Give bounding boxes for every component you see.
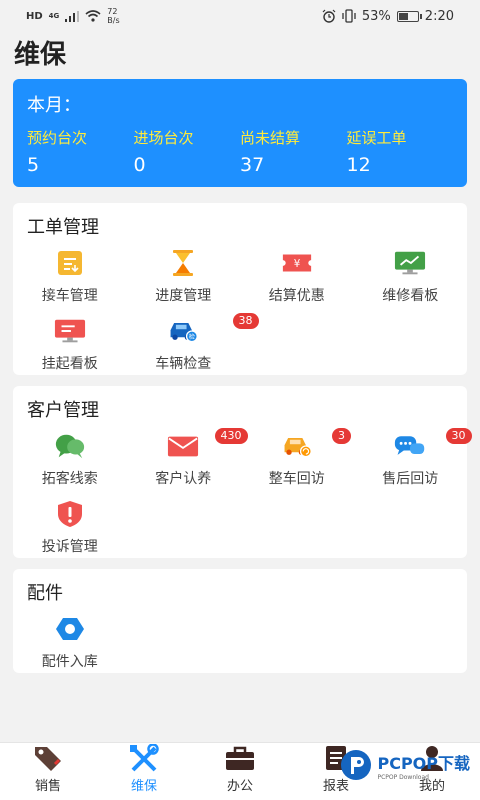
menu-item-label: 维修看板 (382, 288, 439, 304)
menu-item-settlement[interactable]: ¥ 结算优惠 (240, 249, 354, 317)
customer-section: 客户管理 拓客线索 430 客户认养 3 整车回访 30 售后回访 投诉管理 (13, 386, 472, 558)
speed-unit: B/s (107, 16, 120, 25)
notification-badge: 3 (332, 428, 351, 444)
briefcase-icon (224, 743, 256, 773)
menu-item-label: 接车管理 (41, 288, 98, 304)
menu-item-repair-board[interactable]: 维修看板 (354, 249, 468, 317)
notification-badge: 30 (445, 428, 472, 444)
stat-value: 12 (346, 154, 371, 176)
stat-label: 尚未结算 (240, 129, 301, 147)
month-summary-card: 本月： 预约台次 5 进场台次 0 尚未结算 37 延误工单 12 (13, 79, 467, 187)
menu-item-label: 挂起看板 (41, 356, 98, 372)
menu-item-label: 进度管理 (155, 288, 212, 304)
car-return-icon (281, 432, 313, 460)
menu-item-label: 配件入库 (41, 654, 98, 670)
chat-icon (394, 432, 426, 460)
network-label: HD (26, 10, 43, 22)
month-stats: 预约台次 5 进场台次 0 尚未结算 37 延误工单 12 (27, 127, 453, 176)
section-title: 客户管理 (27, 400, 99, 421)
menu-item-label: 售后回访 (382, 471, 439, 487)
svg-text:¥: ¥ (293, 258, 300, 270)
notification-badge: 38 (232, 313, 259, 329)
stat-label: 延误工单 (346, 129, 407, 147)
vibrate-icon (342, 9, 356, 23)
svg-text:检: 检 (189, 333, 195, 341)
menu-item-label: 车辆检查 (155, 356, 212, 372)
menu-item-label: 整车回访 (268, 471, 325, 487)
car-check-icon: 检 (167, 317, 199, 345)
menu-item-label: 投诉管理 (41, 539, 98, 555)
work-order-grid: 接车管理 进度管理 ¥ 结算优惠 维修看板 挂起看板 检 38 车辆检查 (13, 249, 467, 385)
stat-value: 37 (240, 154, 265, 176)
stat-arrivals[interactable]: 进场台次 0 (134, 127, 241, 176)
stat-label: 进场台次 (133, 129, 194, 147)
clipboard-icon (54, 249, 86, 277)
parts-section: 配件 配件入库 (13, 569, 467, 673)
tab-label: 销售 (34, 779, 61, 794)
work-order-section: 工单管理 接车管理 进度管理 ¥ 结算优惠 维修看板 挂起看板 检 38 车辆检… (13, 203, 467, 375)
page-title: 维保 (14, 40, 67, 70)
status-bar: HD 4G 72 B/s 53% 2:20 (0, 0, 480, 32)
signal-label: 4G (48, 12, 60, 20)
stat-value: 5 (27, 154, 40, 176)
tab-label: 办公 (226, 779, 253, 794)
section-title: 配件 (27, 583, 63, 604)
menu-item-parts-inbound[interactable]: 配件入库 (13, 615, 127, 683)
menu-item-suspended-board[interactable]: 挂起看板 (13, 317, 127, 385)
watermark-text: PCPOP下载 (377, 753, 470, 773)
menu-item-vehicle-reception[interactable]: 接车管理 (13, 249, 127, 317)
tab-office[interactable]: 办公 (192, 743, 288, 800)
wifi-icon (85, 10, 101, 22)
tab-maintenance[interactable]: 维保 (96, 743, 192, 800)
stat-delayed[interactable]: 延误工单 12 (347, 127, 454, 176)
menu-item-complaints[interactable]: 投诉管理 (13, 500, 127, 568)
alert-shield-icon (54, 500, 86, 528)
tab-sales[interactable]: 销售 (0, 743, 96, 800)
monitor-icon (54, 317, 86, 345)
stat-unsettled[interactable]: 尚未结算 37 (240, 127, 347, 176)
status-right: 53% 2:20 (322, 9, 454, 24)
battery-percent: 53% (361, 8, 391, 24)
monitor-chart-icon (394, 249, 426, 277)
watermark-logo-icon (341, 750, 372, 780)
menu-item-progress[interactable]: 进度管理 (127, 249, 241, 317)
stat-appointments[interactable]: 预约台次 5 (27, 127, 134, 176)
tag-icon (33, 743, 63, 773)
watermark-subtext: PCPOP Download (377, 773, 429, 781)
menu-item-after-sales-follow-up[interactable]: 30 售后回访 (354, 428, 472, 500)
network-speed: 72 B/s (107, 7, 119, 25)
chat-bubbles-icon (54, 432, 86, 460)
watermark: PCPOP下载 PCPOP Download (339, 748, 470, 782)
menu-item-customer-adoption[interactable]: 430 客户认养 (127, 428, 248, 500)
clock: 2:20 (424, 8, 454, 24)
envelope-icon (167, 432, 199, 460)
status-left: HD 4G 72 B/s (26, 7, 120, 25)
tab-label: 维保 (130, 779, 157, 794)
alarm-icon (322, 9, 336, 23)
stat-value: 0 (133, 154, 146, 176)
yen-ticket-icon: ¥ (281, 249, 313, 277)
hex-nut-icon (54, 615, 86, 643)
month-summary-title: 本月： (27, 95, 81, 116)
stat-label: 预约台次 (27, 129, 88, 147)
section-title: 工单管理 (27, 217, 99, 238)
menu-item-label: 结算优惠 (268, 288, 325, 304)
customer-grid: 拓客线索 430 客户认养 3 整车回访 30 售后回访 投诉管理 (13, 428, 472, 568)
hourglass-icon (167, 249, 199, 277)
menu-item-vehicle-inspection[interactable]: 检 38 车辆检查 (127, 313, 259, 385)
menu-item-vehicle-follow-up[interactable]: 3 整车回访 (240, 428, 354, 500)
menu-item-label: 客户认养 (155, 471, 212, 487)
tools-icon (129, 743, 159, 773)
battery-icon (396, 10, 422, 22)
speed-value: 72 (107, 7, 118, 16)
parts-grid: 配件入库 (13, 615, 467, 683)
signal-icon (65, 10, 80, 22)
menu-item-label: 拓客线索 (41, 471, 98, 487)
menu-item-leads[interactable]: 拓客线索 (13, 432, 127, 500)
